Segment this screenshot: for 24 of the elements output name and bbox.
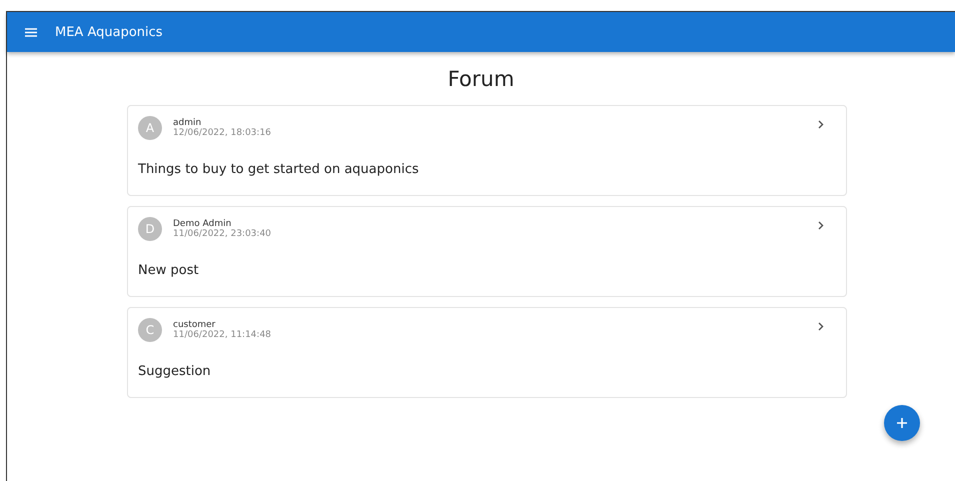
- plus-icon: [897, 418, 907, 428]
- chevron-right-icon: [818, 120, 824, 128]
- post-author: Demo Admin: [173, 219, 232, 229]
- post-card[interactable]: C customer 11/06/2022, 11:14:48 Suggestion: [127, 307, 847, 398]
- avatar: C: [138, 318, 162, 342]
- add-button[interactable]: [884, 405, 920, 441]
- avatar: A: [138, 116, 162, 140]
- app-title: MEA Aquaponics: [55, 24, 163, 40]
- post-card[interactable]: A admin 12/06/2022, 18:03:16 Things to buy to get started on aquaponics: [127, 105, 847, 196]
- chevron-right-icon: [818, 220, 824, 230]
- post-author: customer: [173, 320, 216, 330]
- avatar: D: [138, 217, 162, 241]
- post-card[interactable]: D Demo Admin 11/06/2022, 23:03:40 New post: [127, 206, 847, 297]
- chevron-right-icon: [818, 322, 824, 330]
- post-date: 11/06/2022, 11:14:48: [173, 330, 272, 340]
- post-title: New post: [138, 263, 200, 278]
- menu-button[interactable]: [25, 28, 37, 36]
- post-author: admin: [173, 118, 202, 128]
- post-title: Things to buy to get started on aquaponics: [138, 162, 420, 177]
- post-date: 12/06/2022, 18:03:16: [173, 128, 272, 138]
- page-title: Forum: [446, 67, 516, 91]
- menu-icon: [25, 28, 37, 36]
- post-title: Suggestion: [138, 364, 212, 379]
- post-date: 11/06/2022, 23:03:40: [173, 229, 272, 239]
